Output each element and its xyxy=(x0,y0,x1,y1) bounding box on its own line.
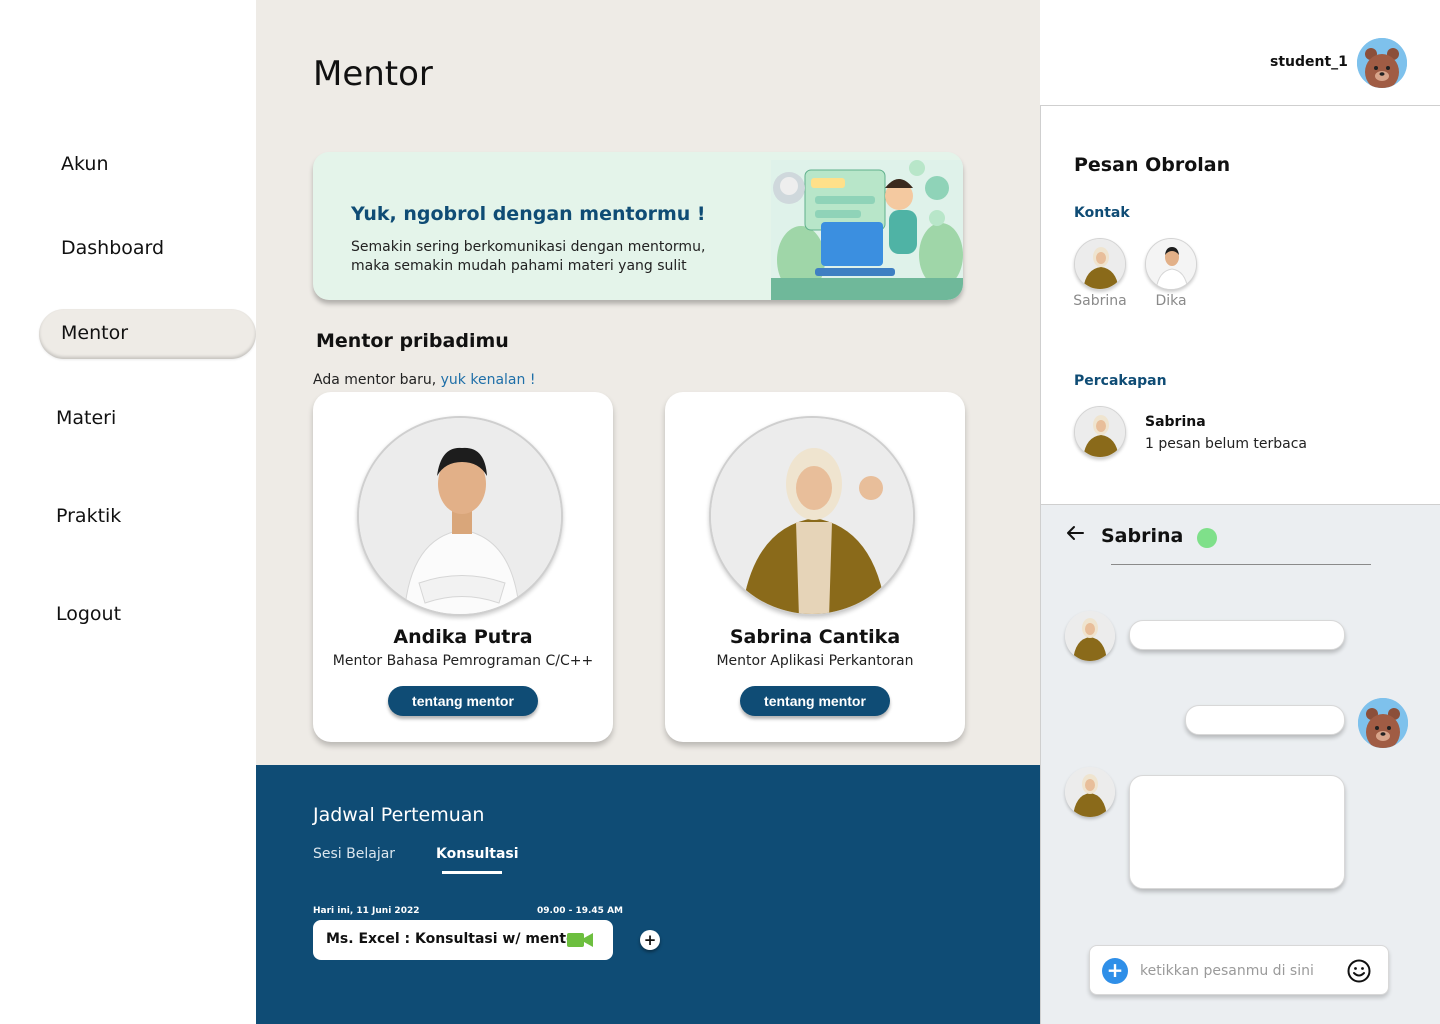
mentor-banner: Yuk, ngobrol dengan mentormu ! Semakin s… xyxy=(313,152,963,300)
sender-avatar xyxy=(1065,611,1115,661)
add-schedule-button[interactable]: + xyxy=(640,930,660,950)
online-status-dot xyxy=(1197,528,1217,548)
sidebar-item-dashboard[interactable]: Dashboard xyxy=(61,237,164,259)
chat-list-panel: Pesan Obrolan Kontak Sabrina Dika Percak… xyxy=(1040,105,1440,505)
banner-subtitle: Semakin sering berkomunikasi dengan ment… xyxy=(351,238,731,276)
banner-title: Yuk, ngobrol dengan mentormu ! xyxy=(351,203,706,225)
mentor-role: Mentor Aplikasi Perkantoran xyxy=(716,653,914,669)
section-title: Mentor pribadimu xyxy=(316,330,509,352)
mentor-card: Andika Putra Mentor Bahasa Pemrograman C… xyxy=(313,392,613,742)
contact-avatar-dika[interactable] xyxy=(1145,238,1197,290)
contact-name: Dika xyxy=(1155,293,1187,309)
own-avatar xyxy=(1358,698,1408,748)
sidebar: Akun Dashboard Mentor Materi Praktik Log… xyxy=(0,0,256,1024)
conversation-preview: 1 pesan belum terbaca xyxy=(1145,436,1308,452)
page-title: Mentor xyxy=(313,54,433,94)
section-sub-text: Ada mentor baru, xyxy=(313,372,441,388)
sidebar-item-logout[interactable]: Logout xyxy=(56,603,121,625)
sidebar-item-mentor[interactable]: Mentor xyxy=(61,322,128,344)
schedule-item[interactable]: Ms. Excel : Konsultasi w/ mentor xyxy=(313,920,613,960)
avatar[interactable] xyxy=(1357,38,1407,88)
incoming-message-bubble xyxy=(1129,775,1345,889)
contact-avatar-sabrina[interactable] xyxy=(1074,238,1126,290)
sidebar-item-materi[interactable]: Materi xyxy=(56,407,116,429)
user-header: student_1 xyxy=(1040,0,1440,105)
conversations-label: Percakapan xyxy=(1074,373,1167,389)
tab-konsultasi[interactable]: Konsultasi xyxy=(436,846,519,862)
tab-sesi-belajar[interactable]: Sesi Belajar xyxy=(313,846,395,862)
schedule-section: Jadwal Pertemuan Sesi Belajar Konsultasi… xyxy=(256,765,1040,1024)
message-composer: + xyxy=(1089,945,1389,995)
conversation-name[interactable]: Sabrina xyxy=(1145,414,1206,430)
sidebar-item-praktik[interactable]: Praktik xyxy=(56,505,121,527)
chat-mentor-illustration xyxy=(771,160,963,300)
username: student_1 xyxy=(1270,54,1348,70)
emoji-icon[interactable] xyxy=(1346,958,1372,984)
schedule-title: Jadwal Pertemuan xyxy=(313,804,485,826)
schedule-item-label: Ms. Excel : Konsultasi w/ mentor xyxy=(326,931,583,947)
banner-line-1: Semakin sering berkomunikasi dengan ment… xyxy=(351,239,706,255)
incoming-message-bubble xyxy=(1129,620,1345,650)
conversation-avatar[interactable] xyxy=(1074,406,1126,458)
outgoing-message-bubble xyxy=(1185,705,1345,735)
about-mentor-button[interactable]: tentang mentor xyxy=(740,686,890,716)
back-arrow-icon[interactable] xyxy=(1065,523,1085,543)
mentor-photo xyxy=(357,416,563,616)
main-content: Mentor Yuk, ngobrol dengan mentormu ! Se… xyxy=(256,0,1040,765)
mentor-card: Sabrina Cantika Mentor Aplikasi Perkanto… xyxy=(665,392,965,742)
bear-avatar-icon xyxy=(1357,38,1407,88)
bear-avatar-icon xyxy=(1358,698,1408,748)
active-tab-underline xyxy=(442,871,502,874)
video-camera-icon xyxy=(567,933,593,947)
chat-window: Sabrina + xyxy=(1040,505,1440,1024)
attach-plus-icon[interactable]: + xyxy=(1102,958,1128,984)
contacts-label: Kontak xyxy=(1074,205,1130,221)
message-input[interactable] xyxy=(1140,960,1340,982)
section-subtitle: Ada mentor baru, yuk kenalan ! xyxy=(313,372,535,388)
contact-name: Sabrina xyxy=(1073,293,1127,309)
mentor-name: Andika Putra xyxy=(393,626,533,648)
intro-link[interactable]: yuk kenalan ! xyxy=(441,372,536,388)
chat-header-divider xyxy=(1111,564,1371,565)
mentor-role: Mentor Bahasa Pemrograman C/C++ xyxy=(332,653,594,669)
mentor-name: Sabrina Cantika xyxy=(729,626,901,648)
schedule-time: 09.00 - 19.45 AM xyxy=(537,906,623,916)
schedule-date: Hari ini, 11 Juni 2022 xyxy=(313,906,420,916)
banner-line-2: maka semakin mudah pahami materi yang su… xyxy=(351,258,687,274)
chat-contact-name: Sabrina xyxy=(1101,525,1184,547)
sidebar-item-akun[interactable]: Akun xyxy=(61,153,109,175)
mentor-photo xyxy=(709,416,915,616)
sender-avatar xyxy=(1065,767,1115,817)
about-mentor-button[interactable]: tentang mentor xyxy=(388,686,538,716)
chat-panel-title: Pesan Obrolan xyxy=(1074,154,1231,176)
